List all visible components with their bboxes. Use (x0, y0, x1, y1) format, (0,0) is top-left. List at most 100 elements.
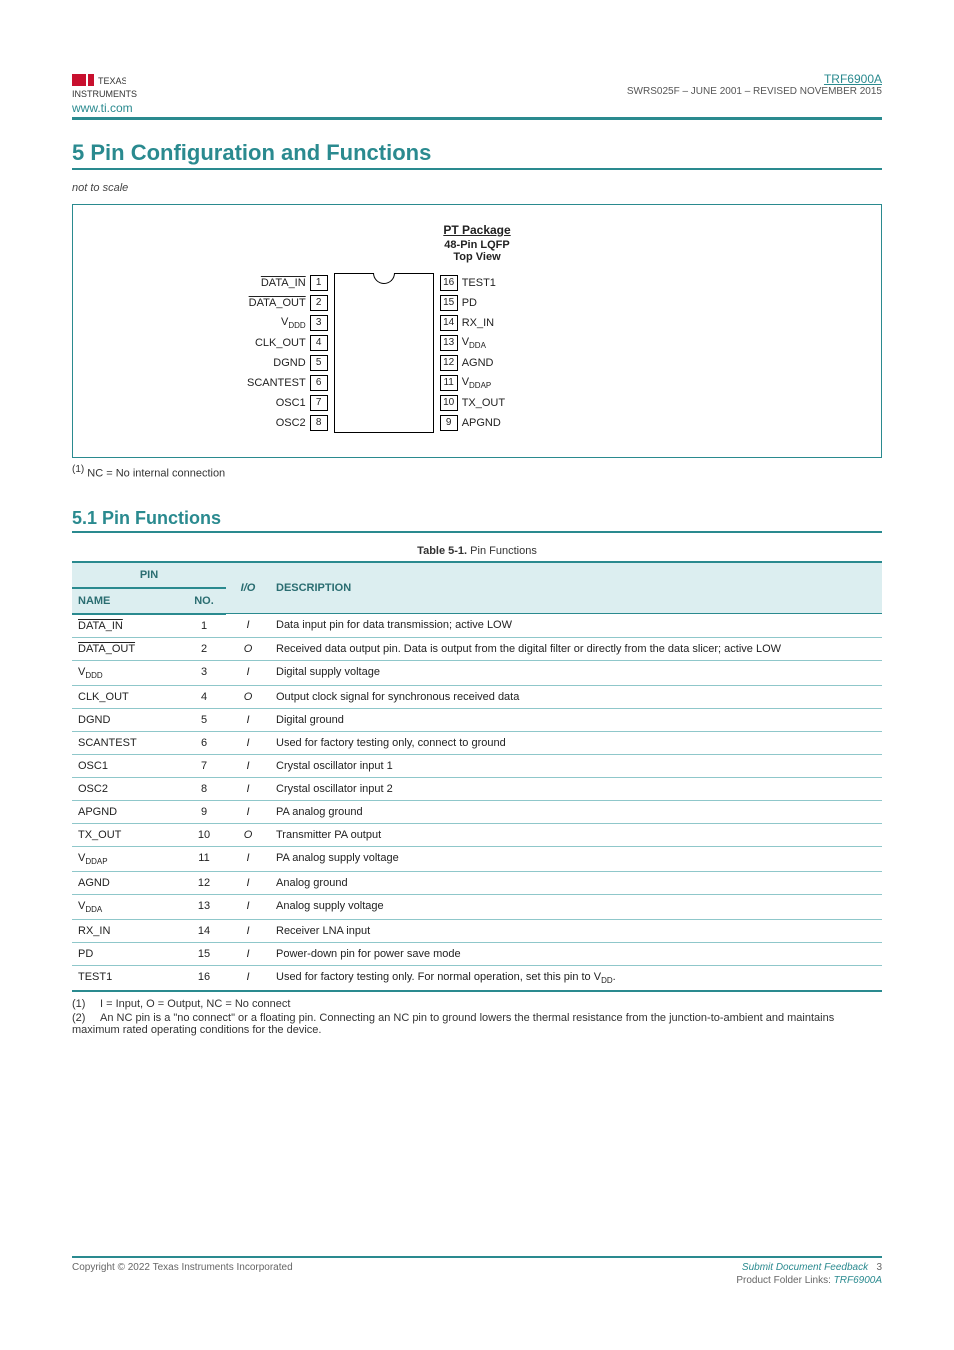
pin-right: 9 APGND (440, 413, 501, 433)
figure-box: PT Package 48-Pin LQFP Top View DATA_IN 1… (72, 204, 882, 458)
pin-right: 13VDDA (440, 333, 486, 353)
footer-rights: Product Folder Links: (736, 1275, 831, 1286)
footer-left: Copyright © 2022 Texas Instruments Incor… (72, 1262, 293, 1273)
pin-label: OSC1 (276, 397, 306, 409)
pins-left: DATA_IN1DATA_OUT2VDDD3CLK_OUT4DGND5SCANT… (247, 273, 328, 433)
table-footnotes: (1)I = Input, O = Output, NC = No connec… (72, 998, 882, 1036)
footnote: (1)I = Input, O = Output, NC = No connec… (72, 998, 882, 1010)
pin-number: 4 (310, 335, 328, 351)
cell-no: 12 (182, 872, 226, 895)
logo-sub: INSTRUMENTS (72, 89, 137, 99)
cell-no: 8 (182, 777, 226, 800)
pin-label: CLK_OUT (255, 337, 306, 349)
cell-no: 13 (182, 895, 226, 920)
cell-desc: Used for factory testing only. For norma… (270, 966, 882, 992)
th-no: NO. (182, 588, 226, 614)
pin-number: 3 (310, 315, 328, 331)
cell-name: DGND (72, 708, 182, 731)
pin-right: 16TEST1 (440, 273, 496, 293)
cell-desc: Analog supply voltage (270, 895, 882, 920)
cell-name: CLK_OUT (72, 685, 182, 708)
table-row: DATA_OUT2OReceived data output pin. Data… (72, 637, 882, 660)
cell-io: I (226, 777, 270, 800)
th-name: NAME (72, 588, 182, 614)
table-row: DATA_IN1IData input pin for data transmi… (72, 614, 882, 638)
pin-number: 1 (310, 275, 328, 291)
figure-sub2: Top View (91, 251, 863, 263)
header-right: TRF6900A SWRS025F – JUNE 2001 – REVISED … (627, 72, 882, 115)
cell-name: PD (72, 943, 182, 966)
cell-io: I (226, 614, 270, 638)
pin-left: VDDD 3 (281, 313, 328, 333)
table-row: TX_OUT10OTransmitter PA output (72, 823, 882, 846)
table-row: DGND5IDigital ground (72, 708, 882, 731)
pin-right: 11VDDAP (440, 373, 492, 393)
pin-label: TEST1 (462, 277, 496, 289)
cell-no: 5 (182, 708, 226, 731)
cell-desc: Crystal oscillator input 1 (270, 754, 882, 777)
table-row: CLK_OUT4OOutput clock signal for synchro… (72, 685, 882, 708)
cell-no: 3 (182, 660, 226, 685)
footer-rule (72, 1256, 882, 1258)
pin-label: DATA_OUT (249, 297, 306, 309)
header-left: TEXAS INSTRUMENTS www.ti.com (72, 72, 137, 115)
cell-io: I (226, 800, 270, 823)
pin-number: 6 (310, 375, 328, 391)
page-number: 3 (876, 1262, 882, 1273)
cell-desc: Crystal oscillator input 2 (270, 777, 882, 800)
pin-right: 15PD (440, 293, 477, 313)
product-link[interactable]: TRF6900A (834, 1275, 882, 1286)
cell-no: 10 (182, 823, 226, 846)
cell-name: RX_IN (72, 920, 182, 943)
pin-label: APGND (462, 417, 501, 429)
pin-number: 5 (310, 355, 328, 371)
pin-label: AGND (462, 357, 494, 369)
pin-label: DATA_IN (261, 277, 306, 289)
cell-io: I (226, 731, 270, 754)
chip-notch-icon (373, 273, 395, 284)
pin-number: 8 (310, 415, 328, 431)
cell-name: OSC2 (72, 777, 182, 800)
cell-desc: Output clock signal for synchronous rece… (270, 685, 882, 708)
table-row: OSC28ICrystal oscillator input 2 (72, 777, 882, 800)
cell-no: 16 (182, 966, 226, 992)
pin-label: VDDD (281, 316, 306, 330)
pin-left: OSC17 (276, 393, 328, 413)
pin-number: 9 (440, 415, 458, 431)
chip-diagram: DATA_IN1DATA_OUT2VDDD3CLK_OUT4DGND5SCANT… (247, 273, 707, 433)
cell-name: AGND (72, 872, 182, 895)
figure-title: PT Package (91, 223, 863, 237)
pin-number: 10 (440, 395, 458, 411)
table-row: VDDD3IDigital supply voltage (72, 660, 882, 685)
section-subnote: not to scale (72, 182, 882, 194)
cell-name: TX_OUT (72, 823, 182, 846)
table-row: VDDAP11IPA analog supply voltage (72, 846, 882, 871)
subsection-heading: 5.1 Pin Functions (72, 508, 882, 529)
th-pin: PIN (72, 562, 226, 588)
svg-text:TEXAS: TEXAS (98, 76, 126, 86)
cell-name: OSC1 (72, 754, 182, 777)
cell-name: VDDD (72, 660, 182, 685)
section-heading: 5 Pin Configuration and Functions (72, 140, 882, 166)
cell-io: I (226, 708, 270, 731)
cell-no: 15 (182, 943, 226, 966)
pin-label: SCANTEST (247, 377, 306, 389)
cell-name: DATA_IN (72, 614, 182, 638)
pins-right: 16TEST115PD14RX_IN13VDDA12AGND11VDDAP10T… (440, 273, 505, 433)
pin-left: DATA_OUT 2 (249, 293, 328, 313)
pin-right: 14RX_IN (440, 313, 494, 333)
cell-io: I (226, 660, 270, 685)
cell-no: 9 (182, 800, 226, 823)
chip-body (334, 273, 434, 433)
figure-sub1: 48-Pin LQFP (91, 239, 863, 251)
part-link[interactable]: TRF6900A (627, 72, 882, 86)
cell-io: O (226, 685, 270, 708)
pin-number: 2 (310, 295, 328, 311)
header-url[interactable]: www.ti.com (72, 101, 133, 115)
th-io: I/O (226, 562, 270, 614)
pin-label: VDDA (462, 336, 486, 350)
cell-io: O (226, 637, 270, 660)
pin-left: OSC28 (276, 413, 328, 433)
feedback-link[interactable]: Submit Document Feedback (742, 1262, 868, 1273)
table-row: TEST116IUsed for factory testing only. F… (72, 966, 882, 992)
